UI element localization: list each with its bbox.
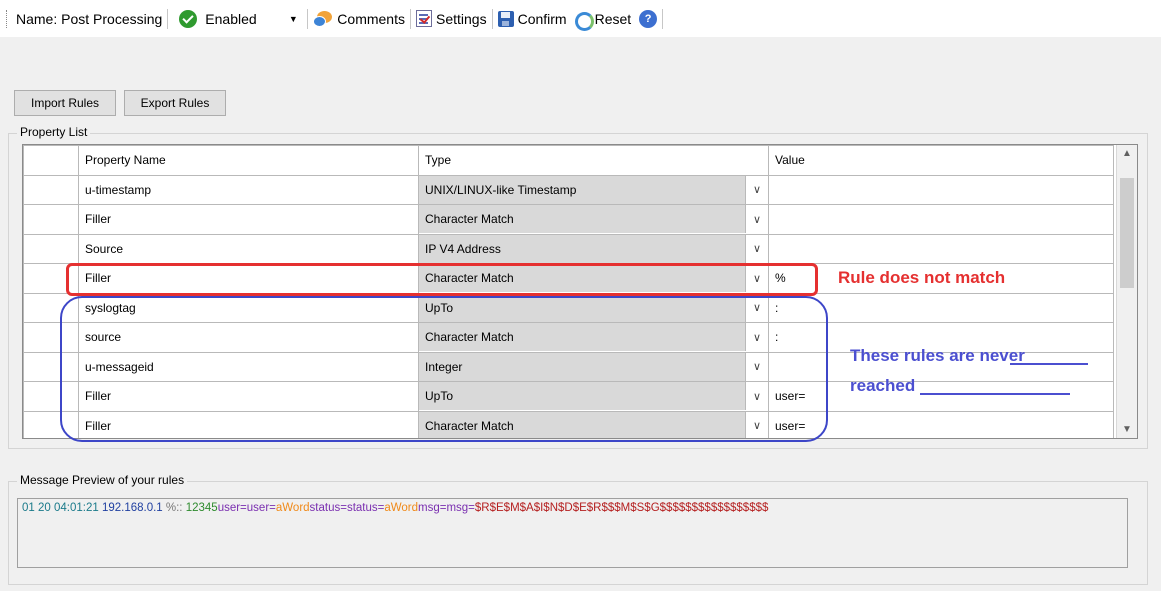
- message-preview-box[interactable]: 01 20 04:01:21 192.168.0.1 %:: 12345user…: [17, 498, 1128, 568]
- property-name-cell[interactable]: u-timestamp: [78, 174, 419, 205]
- type-dropdown-cell[interactable]: IP V4 Address ∨: [418, 233, 769, 264]
- comments-icon: [313, 10, 333, 28]
- column-header-property-name[interactable]: Property Name: [78, 145, 419, 176]
- table-row[interactable]: Source IP V4 Address ∨: [23, 233, 1114, 264]
- table-row[interactable]: u-timestamp UNIX/LINUX-like Timestamp ∨: [23, 174, 1114, 205]
- preview-segment: 01 20 04:01:21: [22, 502, 102, 514]
- help-button[interactable]: ?: [639, 9, 658, 28]
- enabled-check-icon: [179, 9, 198, 28]
- confirm-button[interactable]: Confirm: [497, 10, 567, 27]
- toolbar-grip[interactable]: [6, 9, 10, 28]
- reset-button[interactable]: Reset: [573, 10, 632, 31]
- annotation-never-reached-line1: These rules are never: [850, 346, 1025, 365]
- comments-label: Comments: [337, 10, 405, 27]
- toolbar-separator: [307, 8, 309, 29]
- preview-segment: aWord: [384, 502, 419, 514]
- row-header-cell[interactable]: [23, 174, 79, 205]
- row-header-cell[interactable]: [23, 204, 79, 235]
- table-header-row: Property Name Type Value: [23, 145, 1114, 176]
- preview-segment: msg=msg=: [418, 502, 475, 514]
- confirm-label: Confirm: [517, 10, 567, 27]
- message-preview-title: Message Preview of your rules: [17, 473, 188, 487]
- import-rules-button[interactable]: Import Rules: [14, 90, 116, 116]
- export-rules-button[interactable]: Export Rules: [124, 90, 226, 116]
- preview-segment: 192.168.0.1: [101, 502, 166, 514]
- enabled-dropdown-value: Enabled: [205, 10, 257, 27]
- value-cell[interactable]: [768, 174, 1114, 205]
- settings-button[interactable]: Settings: [415, 10, 487, 27]
- reset-refresh-icon: [573, 10, 594, 31]
- column-header-type[interactable]: Type: [418, 145, 769, 176]
- type-dropdown-value: Character Match: [419, 205, 746, 234]
- row-header-corner: [23, 145, 79, 176]
- property-name-cell[interactable]: Source: [78, 233, 419, 264]
- annotation-never-reached: These rules are never reached: [850, 341, 1130, 401]
- help-icon: ?: [639, 9, 658, 28]
- preview-segment: user=user=: [217, 502, 276, 514]
- rule-name-label: Name: Post Processing: [16, 10, 163, 27]
- table-row[interactable]: Filler Character Match ∨: [23, 204, 1114, 235]
- chevron-down-icon[interactable]: ∨: [746, 175, 768, 204]
- type-dropdown-cell[interactable]: Character Match ∨: [418, 204, 769, 235]
- preview-segment: aWord: [275, 502, 310, 514]
- property-list-title: Property List: [17, 125, 91, 139]
- preview-segment: $R$E$M$A$I$N$D$E$R$$$M$S$G$$$$$$$$$$$$$$…: [474, 502, 769, 514]
- property-name-cell[interactable]: Filler: [78, 204, 419, 235]
- type-dropdown-value: UNIX/LINUX-like Timestamp: [419, 175, 746, 204]
- column-header-value[interactable]: Value: [768, 145, 1114, 176]
- settings-icon: [415, 10, 432, 27]
- preview-segment: 12345: [185, 502, 218, 514]
- value-cell[interactable]: [768, 204, 1114, 235]
- scrollbar-thumb[interactable]: [1120, 178, 1134, 288]
- message-preview-text: 01 20 04:01:21 192.168.0.1 %:: 12345user…: [22, 502, 768, 514]
- scroll-down-icon[interactable]: ▼: [1117, 421, 1137, 438]
- annotation-strike-line: [920, 393, 1070, 395]
- toolbar-separator: [167, 8, 169, 29]
- annotation-never-reached-line2: reached: [850, 376, 916, 395]
- annotation-rule-not-match: Rule does not match: [838, 268, 1006, 287]
- save-disk-icon: [497, 10, 514, 27]
- chevron-down-icon: ▼: [288, 13, 298, 24]
- scroll-up-icon[interactable]: ▲: [1117, 145, 1137, 162]
- toolbar-separator: [662, 8, 664, 29]
- toolbar: Name: Post Processing Enabled ▼ Comments…: [0, 0, 1161, 37]
- preview-segment: %::: [165, 502, 186, 514]
- toolbar-separator: [491, 8, 493, 29]
- toolbar-separator: [409, 8, 411, 29]
- row-header-cell[interactable]: [23, 233, 79, 264]
- type-dropdown-value: IP V4 Address: [419, 234, 746, 263]
- settings-label: Settings: [435, 10, 487, 27]
- preview-segment: status=status=: [309, 502, 385, 514]
- reset-label: Reset: [594, 10, 632, 27]
- value-cell[interactable]: [768, 233, 1114, 264]
- enabled-dropdown[interactable]: Enabled ▼: [179, 9, 302, 28]
- annotation-strike-line: [1010, 363, 1088, 365]
- chevron-down-icon[interactable]: ∨: [746, 234, 768, 263]
- annotation-red-box: [66, 263, 818, 296]
- chevron-down-icon[interactable]: ∨: [746, 205, 768, 234]
- type-dropdown-cell[interactable]: UNIX/LINUX-like Timestamp ∨: [418, 174, 769, 205]
- comments-button[interactable]: Comments: [313, 10, 405, 28]
- annotation-blue-box: [60, 296, 828, 442]
